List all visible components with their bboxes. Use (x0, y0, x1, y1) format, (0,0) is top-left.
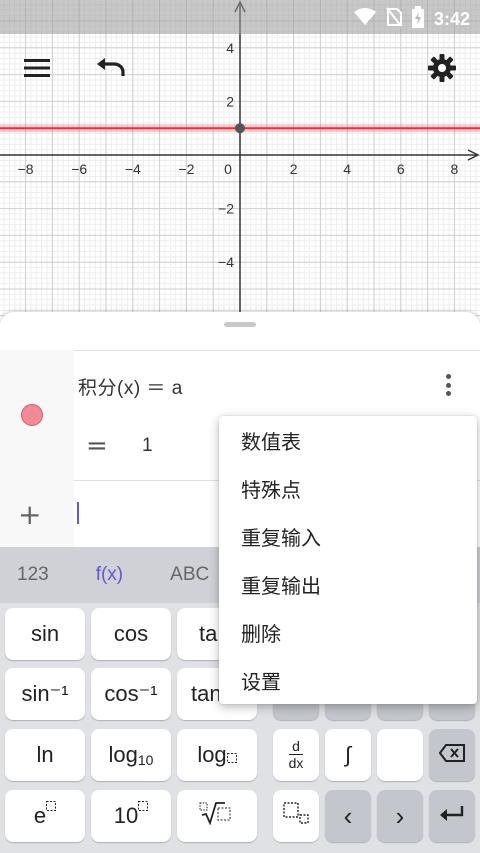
log-label: log (108, 742, 138, 767)
log-subscript: 10 (137, 752, 154, 768)
output-equals-sign: = (86, 431, 108, 461)
subscript-icon (283, 802, 309, 830)
menu-item-table-of-values[interactable]: 数值表 (219, 416, 477, 464)
gear-icon (428, 54, 456, 86)
backspace-icon (438, 742, 465, 768)
tab-abc[interactable]: ABC (170, 564, 209, 586)
x-tick-label: 2 (290, 161, 298, 177)
undo-icon (96, 58, 126, 82)
menu-item-delete[interactable]: 删除 (219, 608, 477, 656)
add-item-button[interactable]: + (18, 498, 41, 531)
algebra-expression[interactable]: 积分(x) ＝ a (78, 373, 183, 400)
nth-root-icon (199, 801, 235, 831)
undo-button[interactable] (89, 48, 133, 92)
key-sin[interactable]: sin (5, 608, 85, 660)
graphics-view[interactable]: −8 −6 −4 −2 0 2 4 6 8 4 2 −2 −4 (0, 0, 480, 330)
y-tick-label: 4 (226, 40, 234, 56)
key-cursor-right[interactable]: › (377, 790, 423, 842)
logb-label: log (197, 742, 227, 767)
key-backspace[interactable] (429, 729, 475, 781)
drag-handle[interactable] (224, 322, 256, 327)
context-menu: 数值表 特殊点 重复输入 重复输出 删除 设置 (219, 416, 477, 704)
x-tick-label: −6 (71, 161, 87, 177)
key-cursor-left[interactable]: ‹ (325, 790, 371, 842)
wifi-icon (353, 8, 376, 31)
derivative-denominator: dx (288, 754, 304, 771)
coordinate-grid: −8 −6 −4 −2 0 2 4 6 8 4 2 −2 −4 (0, 0, 480, 330)
x-tick-label: 8 (451, 161, 459, 177)
menu-item-settings[interactable]: 设置 (219, 656, 477, 704)
x-tick-label: 6 (397, 161, 405, 177)
key-subscript[interactable] (273, 790, 319, 842)
key-blank[interactable] (377, 729, 423, 781)
status-bar: 3:42 (0, 0, 480, 34)
y-tick-label: −2 (218, 201, 234, 217)
menu-item-duplicate-input[interactable]: 重复输入 (219, 512, 477, 560)
clock: 3:42 (433, 9, 470, 29)
settings-button[interactable] (420, 48, 464, 92)
exp-base: e (33, 803, 47, 828)
key-log10[interactable]: log 10 (91, 729, 171, 781)
key-log-base[interactable]: log (177, 729, 257, 781)
key-enter[interactable] (429, 790, 475, 842)
x-tick-label: −4 (125, 161, 141, 177)
key-arcsin[interactable]: sin⁻¹ (5, 668, 85, 720)
menu-item-special-points[interactable]: 特殊点 (219, 464, 477, 512)
no-sim-icon (386, 7, 402, 32)
tab-functions[interactable]: f(x) (96, 564, 123, 586)
output-value: 1 (142, 435, 153, 456)
key-derivative[interactable]: d dx (273, 729, 319, 781)
x-tick-label: −2 (178, 161, 194, 177)
x-tick-label: 4 (343, 161, 351, 177)
main-menu-button[interactable] (15, 48, 59, 92)
key-ln[interactable]: ln (5, 729, 85, 781)
menu-item-duplicate-output[interactable]: 重复输出 (219, 560, 477, 608)
visibility-toggle[interactable] (21, 404, 43, 426)
key-arccos[interactable]: cos⁻¹ (91, 668, 171, 720)
key-pow10[interactable]: 10 (91, 790, 171, 842)
key-integral[interactable]: ∫ (325, 729, 371, 781)
battery-charging-icon (411, 6, 424, 33)
key-nth-root[interactable] (177, 790, 257, 842)
dot (445, 374, 451, 379)
y-tick-label: 2 (226, 93, 234, 109)
dot (445, 382, 451, 388)
placeholder-box-icon (138, 801, 149, 831)
x-tick-label: −8 (18, 161, 34, 177)
dot (445, 391, 451, 396)
intersection-point (235, 123, 245, 134)
key-cos[interactable]: cos (91, 608, 171, 660)
derivative-numerator: d (292, 738, 300, 754)
x-tick-label: 0 (224, 161, 232, 177)
key-exp[interactable]: e (5, 790, 85, 842)
hamburger-menu-icon (24, 58, 50, 82)
pow10-base: 10 (113, 803, 139, 828)
more-options-button[interactable] (436, 370, 460, 400)
enter-icon (439, 803, 465, 829)
divider (74, 350, 480, 351)
placeholder-box-icon (46, 801, 57, 831)
placeholder-box-icon (226, 741, 237, 769)
input-cursor (77, 502, 79, 524)
tab-123[interactable]: 123 (17, 564, 49, 586)
y-tick-label: −4 (218, 254, 234, 270)
